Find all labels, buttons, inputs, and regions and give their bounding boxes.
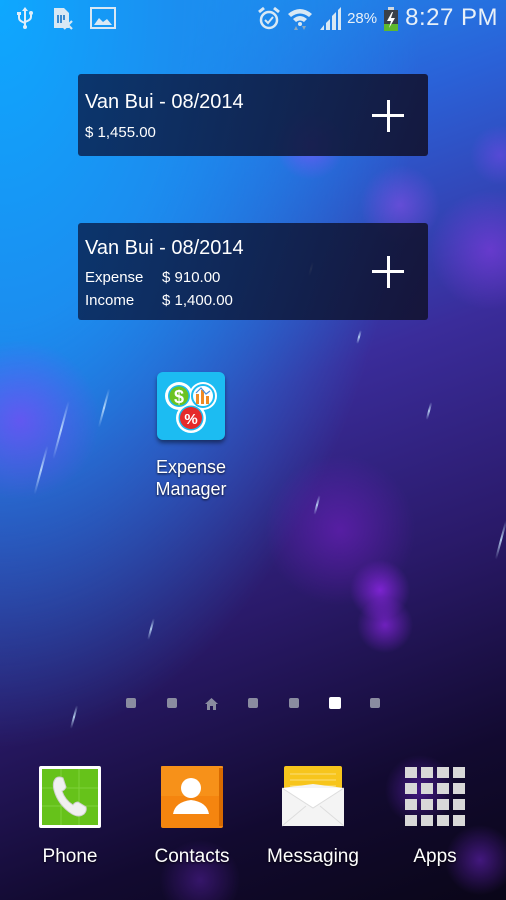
wallpaper-streak xyxy=(147,618,155,640)
income-value: $ 1,400.00 xyxy=(162,292,233,309)
expense-manager-icon[interactable]: $ % xyxy=(157,372,225,440)
expense-value: $ 910.00 xyxy=(162,269,221,286)
apps-grid-cell xyxy=(437,815,449,826)
svg-text:$: $ xyxy=(174,387,184,407)
contacts-icon[interactable] xyxy=(161,766,223,828)
page-dot[interactable] xyxy=(248,698,258,708)
add-icon[interactable] xyxy=(372,100,404,132)
clock: 8:27 PM xyxy=(405,4,498,31)
page-dot[interactable] xyxy=(289,698,299,708)
page-dot[interactable] xyxy=(126,698,136,708)
page-indicator[interactable] xyxy=(0,697,506,711)
messaging-icon[interactable] xyxy=(281,766,345,828)
wallpaper-streak xyxy=(494,520,506,560)
apps-grid-cell xyxy=(421,783,433,794)
wallpaper-streak xyxy=(356,329,362,345)
apps-grid-cell xyxy=(405,767,417,778)
apps-grid-cell xyxy=(437,767,449,778)
expense-widget-balance[interactable]: Van Bui - 08/2014 $ 1,455.00 xyxy=(78,74,428,156)
signal-icon xyxy=(319,6,342,30)
wallpaper-streak xyxy=(425,402,433,420)
page-dot[interactable] xyxy=(370,698,380,708)
usb-icon xyxy=(14,6,36,30)
wallpaper-streak xyxy=(33,445,49,495)
widget-title: Van Bui - 08/2014 xyxy=(85,237,244,259)
apps-grid-cell xyxy=(437,799,449,810)
apps-grid-cell xyxy=(453,799,465,810)
page-dot[interactable] xyxy=(167,698,177,708)
dock-label-phone: Phone xyxy=(42,846,98,867)
apps-grid-cell xyxy=(421,767,433,778)
expense-label: Expense xyxy=(85,269,144,286)
apps-grid-cell xyxy=(437,783,449,794)
apps-grid-icon[interactable] xyxy=(404,766,466,828)
dock-label-messaging: Messaging xyxy=(267,846,359,867)
dock-label-apps: Apps xyxy=(413,846,457,867)
svg-text:%: % xyxy=(184,411,197,428)
page-dot-active[interactable] xyxy=(329,697,341,709)
widget-balance-amount: $ 1,455.00 xyxy=(85,124,156,141)
wallpaper-streak xyxy=(52,400,70,460)
apps-grid-cell xyxy=(453,783,465,794)
app-label-line2: Manager xyxy=(155,479,227,499)
alarm-icon xyxy=(257,6,281,30)
home-page-icon[interactable] xyxy=(205,697,218,710)
widget-title: Van Bui - 08/2014 xyxy=(85,91,244,113)
wallpaper-streak xyxy=(313,495,321,515)
dock-label-contacts: Contacts xyxy=(154,846,230,867)
income-label: Income xyxy=(85,292,135,309)
battery-percentage: 28% xyxy=(347,9,378,27)
wifi-icon xyxy=(287,6,313,30)
sim-card-error-icon xyxy=(52,6,74,30)
apps-grid-cell xyxy=(405,799,417,810)
battery-charging-icon xyxy=(383,6,399,31)
gallery-notification-icon xyxy=(90,6,116,30)
status-bar[interactable]: 28% 8:27 PM xyxy=(0,0,506,38)
wallpaper-streak xyxy=(97,388,111,428)
expense-widget-summary[interactable]: Van Bui - 08/2014 Expense $ 910.00 Incom… xyxy=(78,223,428,320)
apps-grid-cell xyxy=(421,799,433,810)
phone-icon[interactable] xyxy=(39,766,101,828)
apps-grid-cell xyxy=(453,767,465,778)
app-label-line1: Expense xyxy=(155,457,227,477)
add-icon[interactable] xyxy=(372,256,404,288)
apps-grid-cell xyxy=(453,815,465,826)
apps-grid-cell xyxy=(405,783,417,794)
apps-grid-cell xyxy=(421,815,433,826)
apps-grid-cell xyxy=(405,815,417,826)
